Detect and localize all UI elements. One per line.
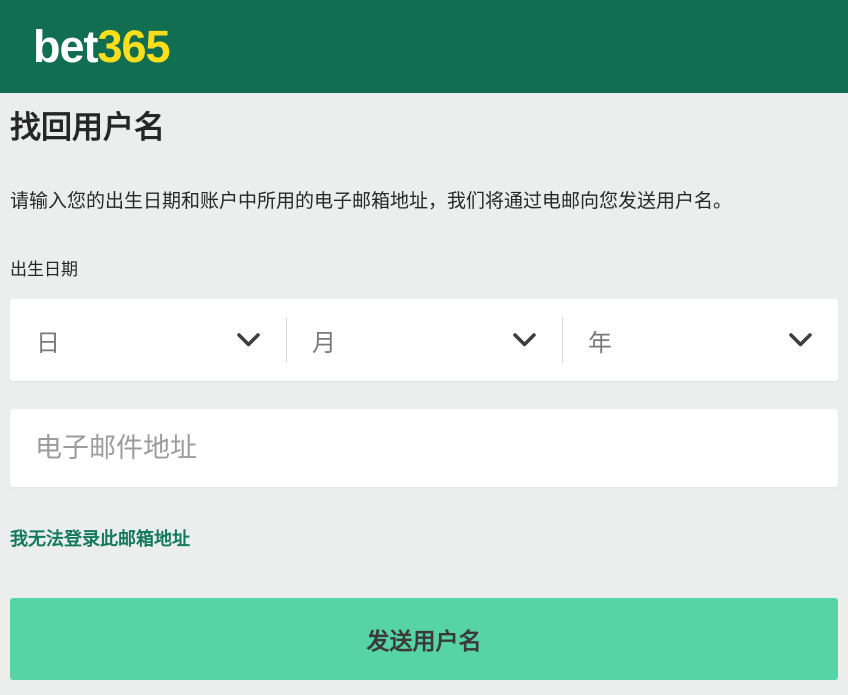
app-header: bet365 (0, 0, 848, 93)
main-content: 找回用户名 请输入您的出生日期和账户中所用的电子邮箱地址，我们将通过电邮向您发送… (0, 109, 848, 680)
month-select-label: 月 (312, 323, 336, 358)
date-of-birth-row: 日 月 年 (10, 299, 838, 381)
day-select-label: 日 (36, 323, 60, 358)
date-of-birth-label: 出生日期 (10, 259, 838, 281)
day-select[interactable]: 日 (10, 299, 286, 381)
month-select[interactable]: 月 (286, 299, 562, 381)
logo-text-bet: bet (33, 21, 98, 72)
chevron-down-icon (237, 333, 260, 347)
bet365-logo[interactable]: bet365 (33, 24, 170, 69)
instruction-text: 请输入您的出生日期和账户中所用的电子邮箱地址，我们将通过电邮向您发送用户名。 (10, 189, 838, 215)
email-address-input[interactable] (10, 409, 838, 487)
chevron-down-icon (513, 333, 536, 347)
cant-access-email-link[interactable]: 我无法登录此邮箱地址 (10, 527, 190, 551)
chevron-down-icon (789, 333, 812, 347)
logo-text-365: 365 (98, 21, 170, 72)
year-select[interactable]: 年 (562, 299, 838, 381)
send-username-button[interactable]: 发送用户名 (10, 598, 838, 680)
year-select-label: 年 (588, 323, 612, 358)
page-title: 找回用户名 (10, 109, 838, 147)
